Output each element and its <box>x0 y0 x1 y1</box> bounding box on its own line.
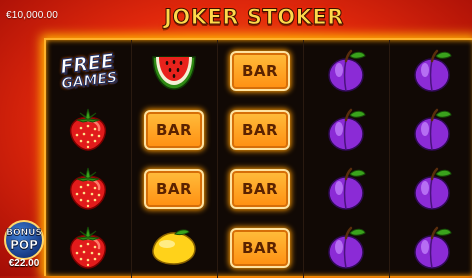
bar-label: BAR <box>241 62 279 80</box>
bar-label: BAR <box>155 180 193 198</box>
bar-plate: BAR <box>144 169 204 209</box>
bonus-pop-label-line1: BONUS <box>6 228 42 239</box>
bar-symbol: BAR <box>218 101 302 159</box>
plum-symbol <box>304 42 388 100</box>
plum-symbol <box>390 101 472 159</box>
bar-label: BAR <box>241 180 279 198</box>
plum-icon <box>324 48 368 94</box>
bar-plate: BAR <box>230 110 290 150</box>
strawberry-symbol <box>46 101 130 159</box>
plum-icon <box>410 166 454 212</box>
free-games-scatter: FREE GAMES <box>47 43 128 100</box>
bar-plate: BAR <box>230 169 290 209</box>
plum-symbol <box>390 219 472 277</box>
bar-plate: BAR <box>144 110 204 150</box>
bar-plate: BAR <box>230 51 290 91</box>
game-logo: JOKER STOKER <box>164 5 344 30</box>
bar-plate: BAR <box>230 228 290 268</box>
bar-symbol: BAR <box>132 160 216 218</box>
bar-symbol: BAR <box>218 219 302 277</box>
bar-label: BAR <box>155 121 193 139</box>
balance-display: €10,000.00 <box>6 10 59 21</box>
strawberry-icon <box>65 166 111 212</box>
plum-symbol <box>304 160 388 218</box>
lemon-icon <box>149 228 199 268</box>
bar-label: BAR <box>241 239 279 257</box>
plum-icon <box>410 107 454 153</box>
plum-symbol <box>304 101 388 159</box>
bar-symbol: BAR <box>218 160 302 218</box>
lemon-symbol <box>132 219 216 277</box>
strawberry-icon <box>65 225 111 271</box>
plum-symbol <box>304 219 388 277</box>
strawberry-icon <box>65 107 111 153</box>
plum-symbol <box>390 160 472 218</box>
watermelon-symbol <box>132 42 216 100</box>
plum-icon <box>410 48 454 94</box>
bonus-pop-label-line2: POP <box>10 238 38 253</box>
plum-icon <box>324 107 368 153</box>
plum-symbol <box>390 42 472 100</box>
strawberry-symbol <box>46 160 130 218</box>
plum-icon <box>410 225 454 271</box>
watermelon-icon <box>149 49 199 93</box>
bar-symbol: BAR <box>132 101 216 159</box>
bonus-pop-price: €22.00 <box>8 258 40 269</box>
plum-icon <box>324 166 368 212</box>
free-games-symbol: FREE GAMES <box>46 42 130 100</box>
bonus-pop-button[interactable]: BONUS POP €22.00 <box>2 218 46 274</box>
reels-grid: FREE GAMES BAR BAR BAR BAR BAR BAR <box>44 38 472 278</box>
strawberry-symbol <box>46 219 130 277</box>
plum-icon <box>324 225 368 271</box>
bar-label: BAR <box>241 121 279 139</box>
bar-symbol: BAR <box>218 42 302 100</box>
